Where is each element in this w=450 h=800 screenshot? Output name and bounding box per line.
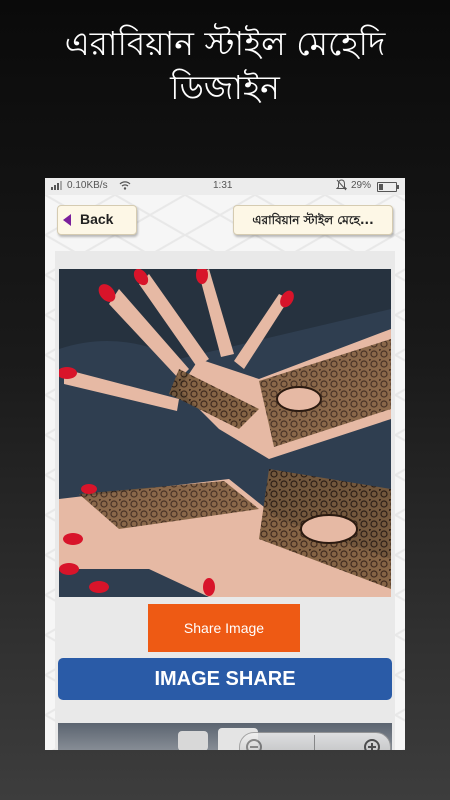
app-content: Back এরাবিয়ান স্টাইল মেহে... Share Imag…: [45, 195, 405, 750]
content-panel: Share Image IMAGE SHARE: [55, 251, 395, 750]
henna-design-image: [59, 269, 391, 597]
phone-screen: 0.10KB/s 1:31 29% Back এরাবিয়ান স্টাইল …: [45, 178, 405, 750]
zoom-divider: [314, 735, 315, 750]
network-speed: 0.10KB/s: [67, 180, 108, 191]
signal-icon: [50, 180, 64, 193]
zoom-out-button[interactable]: [242, 735, 312, 750]
battery-icon: [377, 182, 399, 192]
wifi-icon: [119, 179, 131, 194]
page-title: এরাবিয়ান স্টাইল মেহে...: [233, 205, 393, 235]
promo-title: এরাবিয়ান স্টাইল মেহেদি ডিজাইন: [0, 22, 450, 110]
image-share-button[interactable]: IMAGE SHARE: [58, 658, 392, 700]
zoom-in-button[interactable]: [316, 735, 386, 750]
promo-title-line2: ডিজাইন: [170, 68, 280, 107]
promo-title-line1: এরাবিয়ান স্টাইল মেহেদি: [64, 24, 386, 63]
back-arrow-icon: [63, 214, 71, 226]
zoom-in-icon: [364, 739, 380, 750]
zoom-control: [239, 732, 391, 750]
share-image-button[interactable]: Share Image: [148, 604, 300, 652]
mute-bell-icon: [335, 179, 348, 194]
status-bar: 0.10KB/s 1:31 29%: [45, 178, 405, 195]
back-label: Back: [80, 211, 114, 227]
battery-percent: 29%: [351, 180, 372, 191]
zoom-out-icon: [246, 739, 262, 750]
back-button[interactable]: Back: [57, 205, 137, 235]
status-time: 1:31: [213, 180, 233, 191]
